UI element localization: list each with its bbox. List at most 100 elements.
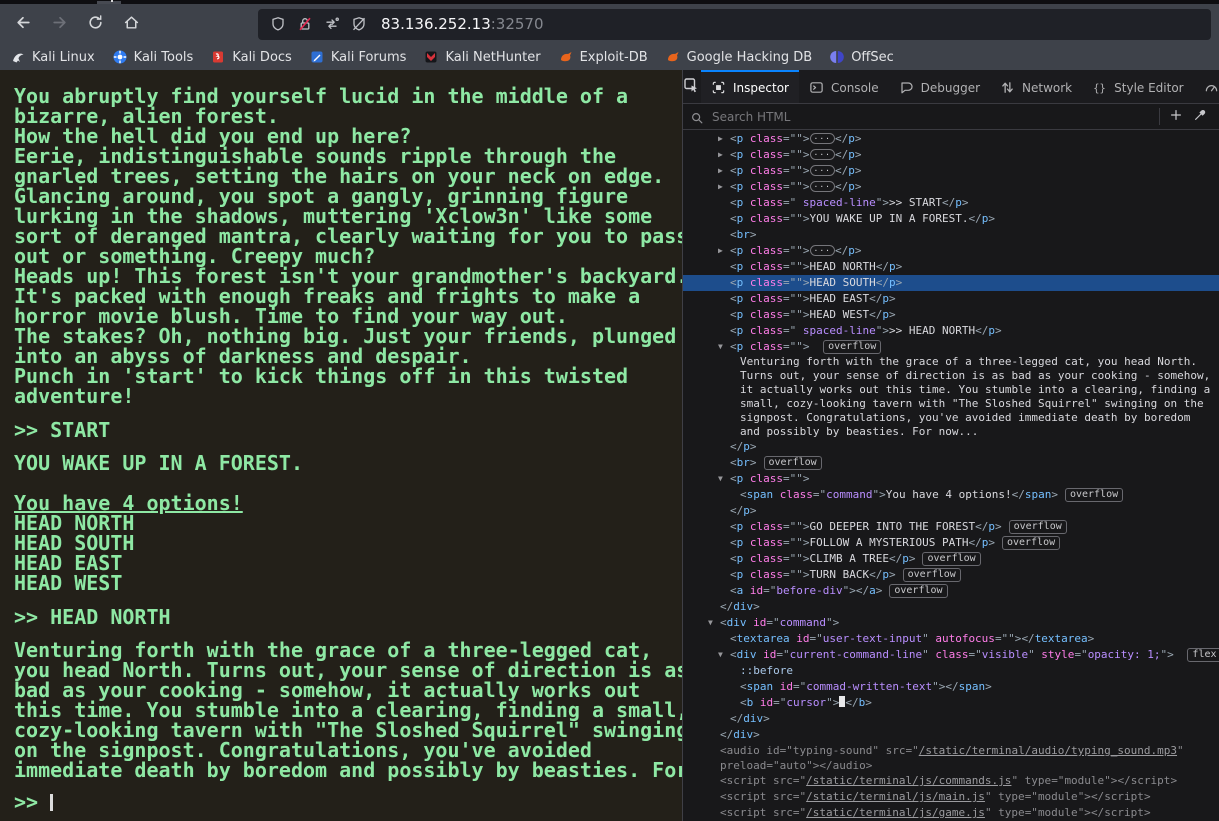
overflow-badge[interactable]: overflow: [889, 584, 947, 598]
markup-row[interactable]: <script src="/static/terminal/js/command…: [683, 773, 1219, 789]
expand-arrow-expanded[interactable]: ▼: [718, 647, 723, 663]
markup-row[interactable]: ▼<p class="">: [683, 471, 1219, 487]
overflow-badge[interactable]: overflow: [922, 552, 980, 566]
markup-row[interactable]: <br>: [683, 227, 1219, 243]
expand-arrow-expanded[interactable]: ▼: [718, 339, 723, 355]
expand-arrow-expanded[interactable]: ▼: [708, 615, 713, 631]
eyedropper-button[interactable]: [1188, 106, 1212, 127]
bookmark-kali-tools[interactable]: Kali Tools: [112, 49, 194, 65]
expand-arrow-expanded[interactable]: ▼: [718, 471, 723, 487]
terminal-pane[interactable]: You abruptly find yourself lucid in the …: [0, 70, 682, 821]
back-button[interactable]: [8, 9, 38, 39]
bookmark-offsec[interactable]: OffSec: [829, 49, 894, 65]
markup-row[interactable]: signpost. Congratulations, you've avoide…: [683, 411, 1219, 425]
overflow-badge[interactable]: overflow: [1009, 520, 1067, 534]
markup-row[interactable]: preload="auto"></audio>: [683, 759, 1219, 773]
markup-row[interactable]: ▶<p class="">···</p>: [683, 131, 1219, 147]
markup-row[interactable]: ▼<div id="command">: [683, 615, 1219, 631]
bookmark-exploit-db[interactable]: Exploit-DB: [558, 49, 648, 65]
insecure-lock-icon[interactable]: [296, 16, 313, 33]
bookmark-kali-nethunter[interactable]: Kali NetHunter: [423, 49, 540, 65]
punctuation: =": [1051, 774, 1064, 787]
punctuation: =": [766, 759, 779, 772]
markup-row[interactable]: </p>: [683, 503, 1219, 519]
overflow-badge[interactable]: overflow: [1002, 536, 1060, 550]
tab-console[interactable]: Console: [799, 70, 889, 103]
tab-perfo[interactable]: Perfo: [1194, 70, 1219, 103]
markup-row[interactable]: ▶<p class="">···</p>: [683, 147, 1219, 163]
terminal-line: Eerie, indistinguishable sounds ripple t…: [14, 146, 682, 166]
markup-row[interactable]: </div>: [683, 711, 1219, 727]
markup-row[interactable]: <p class="">CLIMB A TREE</p>overflow: [683, 551, 1219, 567]
markup-row[interactable]: <span class="command">You have 4 options…: [683, 487, 1219, 503]
permissions-icon[interactable]: [323, 16, 340, 33]
markup-row[interactable]: <p class="">YOU WAKE UP IN A FOREST.</p>: [683, 211, 1219, 227]
bookmark-kali-linux[interactable]: Kali Linux: [10, 49, 95, 65]
markup-row[interactable]: <audio id="typing-sound" src="/static/te…: [683, 743, 1219, 759]
markup-row[interactable]: <span id="commad-written-text"></span>: [683, 679, 1219, 695]
markup-row[interactable]: <p class="">GO DEEPER INTO THE FOREST</p…: [683, 519, 1219, 535]
attribute-value: module: [1038, 806, 1078, 819]
markup-row[interactable]: <textarea id="user-text-input" autofocus…: [683, 631, 1219, 647]
pick-element-button[interactable]: [683, 70, 699, 103]
markup-row[interactable]: ▶<p class="">···</p>: [683, 163, 1219, 179]
markup-view[interactable]: ▶<p class="">···</p>▶<p class="">···</p>…: [683, 130, 1219, 821]
markup-row[interactable]: </p>: [683, 439, 1219, 455]
expand-arrow-collapsed[interactable]: ▶: [718, 243, 723, 259]
expand-arrow-collapsed[interactable]: ▶: [718, 179, 723, 195]
markup-row[interactable]: <br>overflow: [683, 455, 1219, 471]
markup-row[interactable]: <b id="cursor"></b>: [683, 695, 1219, 711]
markup-row[interactable]: and possibly by beasties. For now...: [683, 425, 1219, 439]
flex-badge[interactable]: flex: [1187, 648, 1219, 662]
markup-row[interactable]: ▶<p class="">···</p>: [683, 243, 1219, 259]
overflow-badge[interactable]: overflow: [903, 568, 961, 582]
markup-row[interactable]: </div>: [683, 599, 1219, 615]
overflow-badge[interactable]: overflow: [764, 456, 822, 470]
markup-row[interactable]: <p class="">FOLLOW A MYSTERIOUS PATH</p>…: [683, 535, 1219, 551]
markup-row[interactable]: ▼<div id="current-command-line" class="v…: [683, 647, 1219, 663]
markup-row[interactable]: </div>: [683, 727, 1219, 743]
markup-row[interactable]: <p class="">HEAD NORTH</p>: [683, 259, 1219, 275]
tab-style-editor[interactable]: {}Style Editor: [1082, 70, 1193, 103]
markup-row[interactable]: ::before: [683, 663, 1219, 679]
expand-arrow-collapsed[interactable]: ▶: [718, 163, 723, 179]
tab-network[interactable]: Network: [990, 70, 1082, 103]
markup-row[interactable]: <p class="">HEAD WEST</p>: [683, 307, 1219, 323]
punctuation: =": [968, 648, 981, 661]
forward-button[interactable]: [44, 9, 74, 39]
markup-row[interactable]: <p class=" spaced-line">>> START</p>: [683, 195, 1219, 211]
expand-arrow-collapsed[interactable]: ▶: [718, 147, 723, 163]
markup-row[interactable]: ▼<p class=""> overflow: [683, 339, 1219, 355]
bookmark-kali-docs[interactable]: Kali Docs: [210, 49, 292, 65]
add-node-button[interactable]: [1164, 106, 1188, 127]
markup-row[interactable]: small, cozy-looking tavern with "The Slo…: [683, 397, 1219, 411]
punctuation: <: [730, 632, 737, 645]
overflow-badge[interactable]: overflow: [823, 340, 881, 354]
tab-debugger[interactable]: Debugger: [889, 70, 990, 103]
punctuation: </: [975, 520, 988, 533]
markup-row[interactable]: <script src="/static/terminal/js/main.js…: [683, 789, 1219, 805]
markup-row[interactable]: <p class="">TURN BACK</p>overflow: [683, 567, 1219, 583]
markup-row[interactable]: <a id="before-div"></a>overflow: [683, 583, 1219, 599]
markup-row[interactable]: <p class="">HEAD SOUTH</p>: [683, 275, 1219, 291]
shield-off-icon[interactable]: [350, 16, 367, 33]
markup-row[interactable]: Venturing forth with the grace of a thre…: [683, 355, 1219, 369]
bookmark-kali-forums[interactable]: Kali Forums: [309, 49, 407, 65]
reload-button[interactable]: [80, 9, 110, 39]
markup-row[interactable]: Turns out, your sense of direction is as…: [683, 369, 1219, 383]
bookmark-google-hacking-db[interactable]: Google Hacking DB: [665, 49, 813, 65]
markup-row[interactable]: it actually works out this time. You stu…: [683, 383, 1219, 397]
tag-name: script: [1104, 790, 1144, 803]
expand-arrow-collapsed[interactable]: ▶: [718, 131, 723, 147]
shield-icon[interactable]: [269, 16, 286, 33]
markup-row[interactable]: <script src="/static/terminal/js/game.js…: [683, 805, 1219, 821]
markup-row[interactable]: ▶<p class="">···</p>: [683, 179, 1219, 195]
markup-row[interactable]: <p class=" spaced-line">>> HEAD NORTH</p…: [683, 323, 1219, 339]
overflow-badge[interactable]: overflow: [1065, 488, 1123, 502]
search-html-input[interactable]: [710, 109, 1155, 125]
markup-row[interactable]: <p class="">HEAD EAST</p>: [683, 291, 1219, 307]
url-bar[interactable]: 83.136.252.13:32570: [258, 9, 1211, 40]
home-button[interactable]: [116, 9, 146, 39]
attribute-name: class: [743, 472, 783, 485]
tab-inspector[interactable]: Inspector: [701, 70, 799, 103]
